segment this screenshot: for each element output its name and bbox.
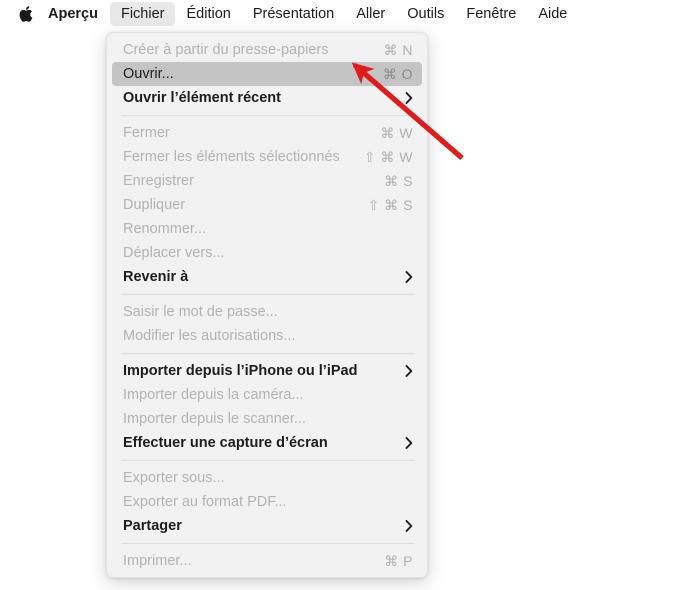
menubar-item-aide[interactable]: Aide: [527, 2, 578, 26]
menubar-item-aller[interactable]: Aller: [345, 2, 396, 26]
menu-item-shortcut: ⌘ P: [384, 552, 413, 569]
menu-item-label: Revenir à: [123, 269, 189, 285]
menu-item: Dupliquer ⇧ ⌘ S: [112, 193, 422, 217]
macos-menu-bar: Aperçu Fichier Édition Présentation Alle…: [0, 0, 674, 27]
menu-item: Enregistrer ⌘ S: [112, 169, 422, 193]
menu-item-shortcut: ⇧ ⌘ S: [367, 196, 413, 213]
menu-item-label: Ouvrir l’élément récent: [123, 90, 281, 106]
menu-item-label: Dupliquer: [123, 197, 186, 213]
menubar-item-outils[interactable]: Outils: [396, 2, 455, 26]
menu-item[interactable]: Ouvrir l’élément récent: [112, 86, 422, 110]
submenu-chevron-icon: [405, 437, 413, 449]
menu-item[interactable]: Importer depuis l’iPhone ou l’iPad: [112, 359, 422, 383]
menu-item-label: Modifier les autorisations...: [123, 328, 296, 344]
menu-item-label: Fermer: [123, 125, 170, 141]
menu-separator: [121, 115, 415, 116]
menu-item: Imprimer... ⌘ P: [112, 549, 422, 573]
menubar-item-edition[interactable]: Édition: [175, 2, 241, 26]
menu-item-label: Importer depuis l’iPhone ou l’iPad: [123, 363, 358, 379]
menu-item-shortcut: ⇧ ⌘ W: [363, 148, 413, 165]
menu-separator: [121, 353, 415, 354]
submenu-chevron-icon: [405, 271, 413, 283]
submenu-chevron-icon: [405, 520, 413, 532]
menu-item-shortcut: ⌘ W: [380, 124, 413, 141]
menu-item: Fermer ⌘ W: [112, 121, 422, 145]
menu-item-label: Enregistrer: [123, 173, 194, 189]
file-menu-dropdown: Créer à partir du presse-papiers ⌘ N Ouvri…: [106, 32, 428, 578]
menu-item-label: Effectuer une capture d’écran: [123, 435, 328, 451]
menu-separator: [121, 294, 415, 295]
menu-item: Fermer les éléments sélectionnés ⇧ ⌘ W: [112, 145, 422, 169]
menu-item-label: Partager: [123, 518, 182, 534]
menu-item-label: Importer depuis le scanner...: [123, 411, 306, 427]
menu-item[interactable]: Ouvrir... ⌘ O: [112, 62, 422, 86]
menubar-item-presentation[interactable]: Présentation: [242, 2, 345, 26]
menu-item-label: Ouvrir...: [123, 66, 174, 82]
apple-logo-icon[interactable]: [8, 5, 42, 23]
menubar-item-apercu[interactable]: Aperçu: [42, 2, 110, 26]
menu-item: Modifier les autorisations...: [112, 324, 422, 348]
menu-item: Exporter sous...: [112, 466, 422, 490]
menu-item: Renommer...: [112, 217, 422, 241]
menu-item-label: Déplacer vers...: [123, 245, 225, 261]
menu-item: Exporter au format PDF...: [112, 490, 422, 514]
menu-item-shortcut: ⌘ O: [382, 65, 413, 82]
menubar-item-fichier[interactable]: Fichier: [109, 1, 176, 26]
menu-item-label: Renommer...: [123, 221, 206, 237]
menu-item-label: Créer à partir du presse-papiers: [123, 42, 329, 58]
menu-item: Créer à partir du presse-papiers ⌘ N: [112, 38, 422, 62]
menubar-item-fenetre[interactable]: Fenêtre: [455, 2, 527, 26]
menu-item-shortcut: ⌘ S: [384, 172, 413, 189]
menu-item-label: Importer depuis la caméra...: [123, 387, 304, 403]
menu-item[interactable]: Revenir à: [112, 265, 422, 289]
menu-item-label: Saisir le mot de passe...: [123, 304, 278, 320]
menu-item-label: Fermer les éléments sélectionnés: [123, 149, 340, 165]
menu-item[interactable]: Effectuer une capture d’écran: [112, 431, 422, 455]
menu-separator: [121, 543, 415, 544]
menu-item: Saisir le mot de passe...: [112, 300, 422, 324]
menu-item[interactable]: Partager: [112, 514, 422, 538]
menu-item: Importer depuis le scanner...: [112, 407, 422, 431]
submenu-chevron-icon: [405, 92, 413, 104]
menu-item: Importer depuis la caméra...: [112, 383, 422, 407]
menu-separator: [121, 460, 415, 461]
menu-item-shortcut: ⌘ N: [383, 41, 413, 58]
menu-item-label: Imprimer...: [123, 553, 192, 569]
menu-item: Déplacer vers...: [112, 241, 422, 265]
submenu-chevron-icon: [405, 365, 413, 377]
menu-item-label: Exporter sous...: [123, 470, 225, 486]
menu-item-label: Exporter au format PDF...: [123, 494, 287, 510]
